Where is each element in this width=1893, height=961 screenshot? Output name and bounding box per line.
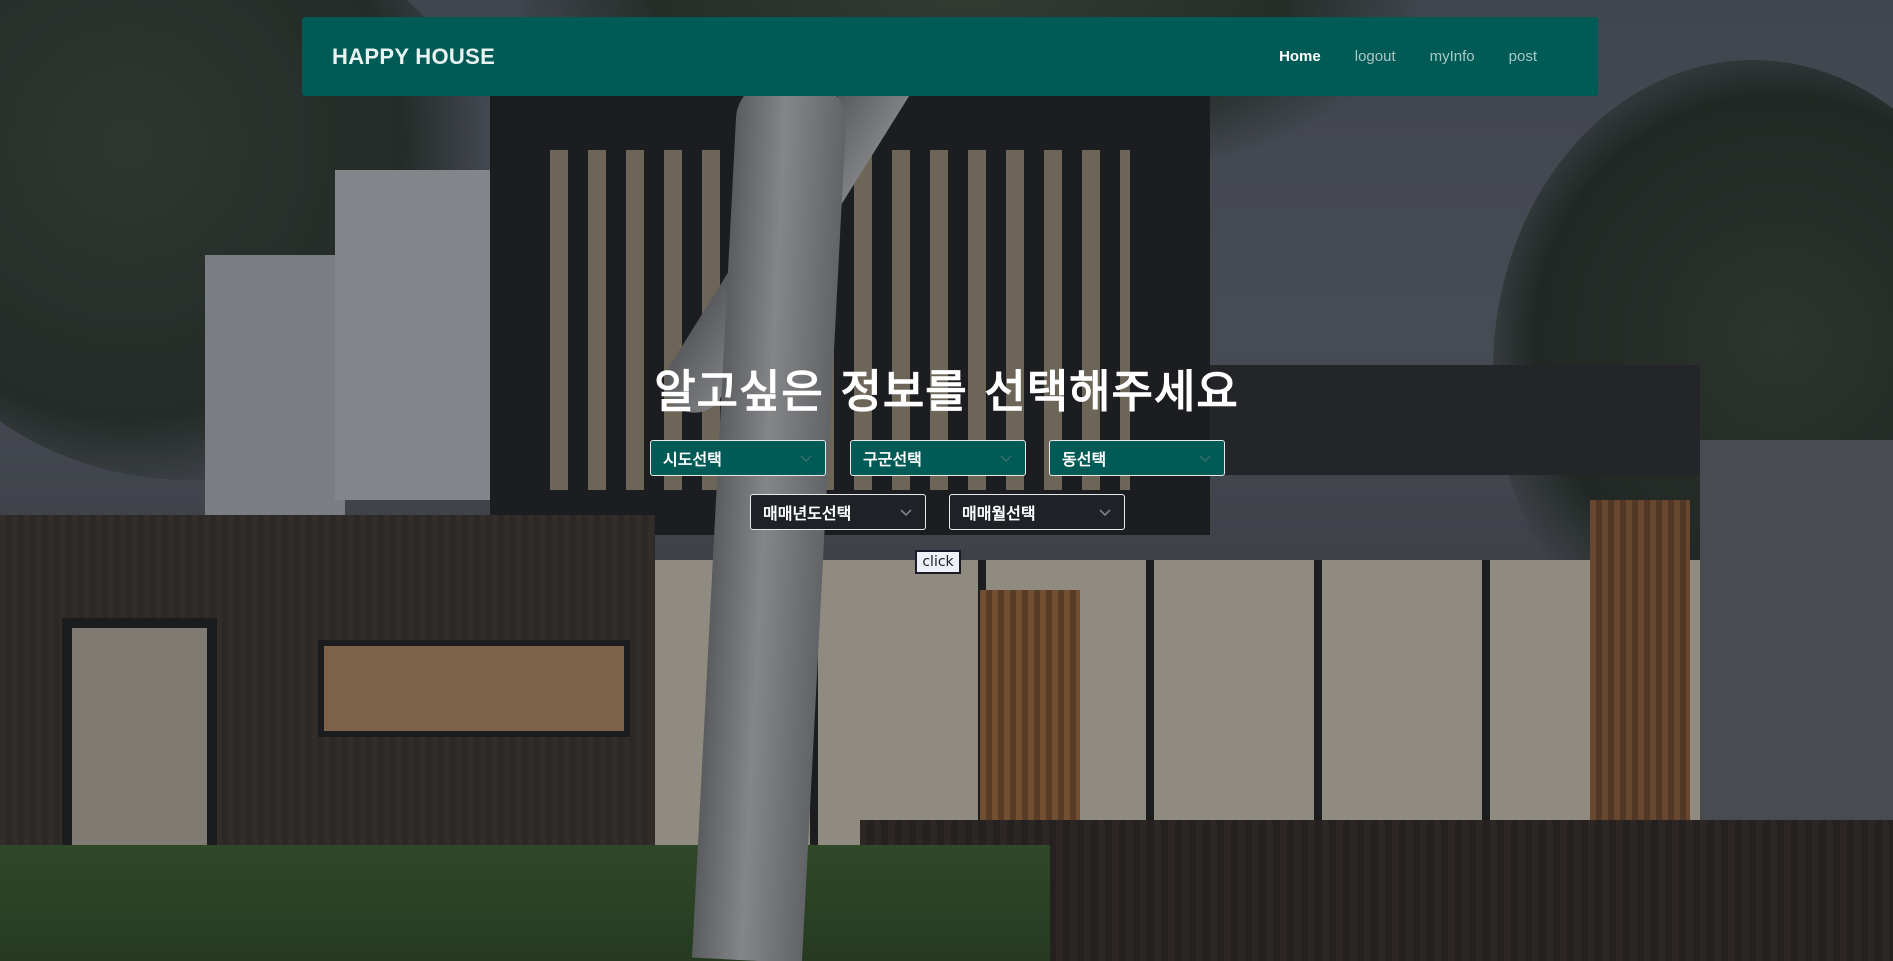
chevron-down-icon	[1000, 455, 1012, 463]
sido-select[interactable]: 시도선택	[650, 440, 826, 476]
brand-logo[interactable]: HAPPY HOUSE	[332, 44, 495, 70]
top-navbar: HAPPY HOUSE Home logout myInfo post	[302, 17, 1598, 96]
background-photo	[0, 0, 1893, 961]
gugun-select[interactable]: 구군선택	[850, 440, 1026, 476]
chevron-down-icon	[900, 509, 912, 517]
year-select-label: 매매년도선택	[763, 504, 852, 523]
month-select[interactable]: 매매월선택	[949, 494, 1125, 530]
month-select-label: 매매월선택	[962, 504, 1036, 523]
nav-post-link[interactable]: post	[1492, 48, 1554, 65]
nav-logout-link[interactable]: logout	[1338, 48, 1413, 65]
nav-home-link[interactable]: Home	[1262, 48, 1338, 65]
dong-select-label: 동선택	[1062, 450, 1107, 469]
page-title: 알고싶은 정보를 선택해주세요	[654, 365, 1239, 418]
sido-select-label: 시도선택	[663, 450, 722, 469]
chevron-down-icon	[1099, 509, 1111, 517]
nav-myinfo-link[interactable]: myInfo	[1413, 48, 1492, 65]
chevron-down-icon	[1199, 455, 1211, 463]
chevron-down-icon	[800, 455, 812, 463]
year-select[interactable]: 매매년도선택	[750, 494, 926, 530]
nav-menu: Home logout myInfo post	[1262, 48, 1554, 65]
gugun-select-label: 구군선택	[863, 450, 922, 469]
search-click-button[interactable]: click	[915, 550, 961, 574]
dong-select[interactable]: 동선택	[1049, 440, 1225, 476]
